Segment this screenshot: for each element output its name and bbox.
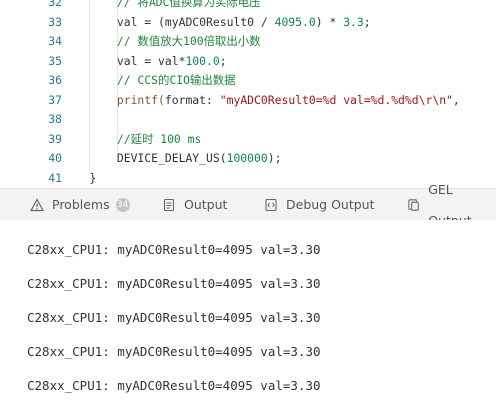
output-icon <box>163 198 175 211</box>
code-text: // 数值放大100倍取出小数 <box>62 32 261 52</box>
code-token: , <box>452 92 460 107</box>
code-token: } <box>62 170 97 185</box>
line-number: 41 <box>48 170 62 185</box>
line-number: 32 <box>48 0 62 9</box>
code-token: DEVICE_DELAY_US( <box>62 151 227 165</box>
console-line: C28xx_CPU1: myADC0Result0=4095 val=3.30 <box>27 310 321 325</box>
tab-gel-output[interactable]: GEL Output <box>407 182 496 228</box>
warning-icon <box>30 197 44 211</box>
line-number: 38 <box>48 112 62 126</box>
debug-output-icon <box>265 198 277 211</box>
tab-label: Problems <box>52 197 110 212</box>
code-token: val = val* <box>62 53 186 68</box>
code-token: printf( <box>62 92 165 107</box>
code-token: 100.0 <box>185 53 220 68</box>
code-token: 4095.0 <box>274 14 316 29</box>
console-line: C28xx_CPU1: myADC0Result0=4095 val=3.30 <box>27 276 321 291</box>
code-token: //延时 <box>62 131 161 146</box>
code-line[interactable]: 36 // CCS的CIO输出数据 <box>0 71 496 91</box>
console-output[interactable]: C28xx_CPU1: myADC0Result0=4095 val=3.30 … <box>0 220 496 411</box>
code-line[interactable]: 34 // 数值放大100倍取出小数 <box>0 32 496 52</box>
panel-tab-bar: Problems 34 Output Debug Output GEL Outp… <box>0 182 496 228</box>
code-text: } <box>62 169 96 189</box>
code-token: ; <box>219 53 227 68</box>
code-line[interactable]: 32 // 将ADC值换算为实际电压 <box>0 0 496 13</box>
code-token: "myADC0Result0=%d val=%d.%d%d\r\n" <box>219 92 453 107</box>
code-token: 3.3 <box>343 14 364 29</box>
code-text: val = (myADC0Result0 / 4095.0) * 3.3; <box>62 13 371 33</box>
code-text: printf(format: "myADC0Result0=%d val=%d.… <box>62 91 460 111</box>
code-token: val = (myADC0Result0 / <box>62 14 275 29</box>
code-editor[interactable]: 32 // 将ADC值换算为实际电压 33 val = (myADC0Result… <box>0 0 496 188</box>
code-text: // 将ADC值换算为实际电压 <box>62 0 261 13</box>
code-line[interactable]: 37 printf(format: "myADC0Result0=%d val=… <box>0 91 496 111</box>
line-number: 36 <box>48 73 62 87</box>
code-line[interactable]: 39 //延时 100 ms <box>0 130 496 150</box>
code-line[interactable]: 38 <box>0 110 496 130</box>
code-line[interactable]: 33 val = (myADC0Result0 / 4095.0) * 3.3; <box>0 13 496 33</box>
line-number: 33 <box>48 14 62 29</box>
problems-count-badge: 34 <box>115 197 130 212</box>
console-line: C28xx_CPU1: myADC0Result0=4095 val=3.30 <box>27 378 321 393</box>
code-token: ) * <box>315 14 344 29</box>
code-text: //延时 100 ms <box>62 130 202 150</box>
code-text: val = val*100.0; <box>62 52 227 72</box>
line-number: 39 <box>48 131 62 146</box>
code-token: ; <box>363 14 371 29</box>
line-number: 34 <box>48 34 62 48</box>
console-line: C28xx_CPU1: myADC0Result0=4095 val=3.30 <box>27 242 321 257</box>
code-text: // CCS的CIO输出数据 <box>62 71 236 91</box>
code-text: DEVICE_DELAY_US(100000); <box>62 149 282 169</box>
tab-debug-output[interactable]: Debug Output <box>264 189 375 220</box>
code-line[interactable]: 41 } <box>0 169 496 189</box>
line-number: 37 <box>48 92 62 107</box>
tab-label: Debug Output <box>286 197 375 212</box>
gel-output-icon <box>408 198 419 211</box>
code-token: ); <box>267 151 282 165</box>
tab-problems[interactable]: Problems 34 <box>30 189 130 220</box>
line-number: 35 <box>48 53 62 68</box>
code-line[interactable]: 40 DEVICE_DELAY_US(100000); <box>0 149 496 169</box>
console-line: C28xx_CPU1: myADC0Result0=4095 val=3.30 <box>27 344 321 359</box>
code-token: 100 ms <box>160 131 202 146</box>
line-number: 40 <box>48 151 62 165</box>
code-token: format: <box>164 92 220 107</box>
code-token: 100000 <box>226 151 268 165</box>
tab-label: Output <box>184 197 228 212</box>
code-token: // 将ADC值换算为实际电压 <box>62 0 261 9</box>
code-token: // 数值放大100倍取出小数 <box>62 34 261 48</box>
tab-output[interactable]: Output <box>162 189 227 220</box>
code-line[interactable]: 35 val = val*100.0; <box>0 52 496 72</box>
code-token: // CCS的CIO输出数据 <box>62 73 236 87</box>
